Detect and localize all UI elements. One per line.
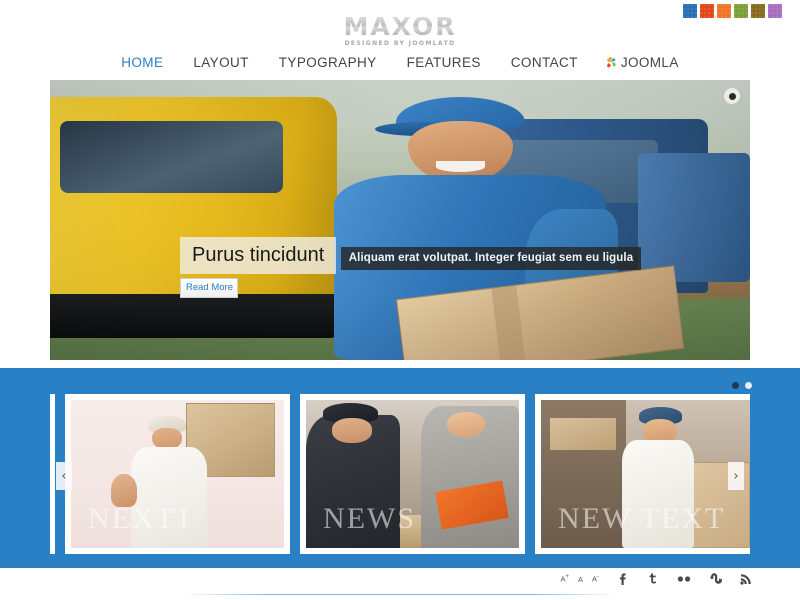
carousel-prev-button[interactable]: ‹ bbox=[56, 462, 72, 490]
site-footer: A+ A A- bbox=[0, 568, 800, 600]
carousel-item-signing-delivery[interactable]: NEWS bbox=[300, 394, 525, 554]
slider-play-pause-button[interactable] bbox=[724, 88, 740, 104]
pause-dot-icon bbox=[728, 92, 736, 100]
hero-caption-title: Purus tincidunt bbox=[180, 237, 337, 274]
font-size-controls[interactable]: A+ A A- bbox=[560, 574, 599, 584]
nav-item-typography[interactable]: TYPOGRAPHY bbox=[264, 55, 392, 70]
rss-icon[interactable] bbox=[738, 571, 754, 587]
hero-caption: Purus tincidunt Aliquam erat volutpat. I… bbox=[180, 237, 642, 298]
facebook-icon[interactable] bbox=[615, 571, 631, 587]
carousel-item-cyclist[interactable] bbox=[50, 394, 55, 554]
logo-tagline: DESIGNED BY JOOMLATD bbox=[344, 40, 456, 47]
theme-swatch-green[interactable] bbox=[734, 4, 748, 18]
nav-item-layout[interactable]: LAYOUT bbox=[178, 55, 263, 70]
carousel-item-man-with-box[interactable]: NEXT1 bbox=[65, 394, 290, 554]
carousel-item-signing-delivery-image: NEWS bbox=[306, 400, 519, 548]
carousel-page-dot-2[interactable] bbox=[745, 382, 752, 389]
nav-item-features[interactable]: FEATURES bbox=[392, 55, 496, 70]
carousel-section: ‹ › NEXT1 NEWS NEW TEXT bbox=[0, 368, 800, 568]
site-logo[interactable]: MAXOR DESIGNED BY JOOMLATD bbox=[0, 14, 800, 47]
twitter-icon[interactable] bbox=[645, 571, 661, 587]
read-more-button[interactable]: Read More bbox=[180, 278, 238, 298]
joomla-icon bbox=[605, 56, 618, 69]
carousel-page-dot-1[interactable] bbox=[732, 382, 739, 389]
nav-item-home[interactable]: HOME bbox=[106, 55, 178, 70]
site-header: MAXOR DESIGNED BY JOOMLATD HOME LAYOUT T… bbox=[0, 0, 800, 80]
theme-swatch-purple[interactable] bbox=[768, 4, 782, 18]
hero-caption-text: Aliquam erat volutpat. Integer feugiat s… bbox=[340, 247, 642, 270]
theme-swatch-brown[interactable] bbox=[751, 4, 765, 18]
nav-item-joomla-label: JOOMLA bbox=[620, 55, 679, 70]
carousel-track[interactable]: NEXT1 NEWS NEW TEXT bbox=[50, 394, 750, 554]
font-decrease-button[interactable]: A- bbox=[592, 574, 599, 584]
carousel-pagination[interactable] bbox=[732, 382, 752, 389]
theme-color-switcher[interactable] bbox=[683, 4, 782, 18]
nav-item-joomla[interactable]: JOOMLA bbox=[593, 55, 694, 70]
carousel-next-button[interactable]: › bbox=[728, 462, 744, 490]
nav-item-contact[interactable]: CONTACT bbox=[496, 55, 593, 70]
main-navigation[interactable]: HOME LAYOUT TYPOGRAPHY FEATURES CONTACT … bbox=[0, 55, 800, 80]
hero-slide-image bbox=[50, 80, 750, 360]
logo-title: MAXOR bbox=[343, 12, 457, 41]
font-reset-button[interactable]: A bbox=[578, 575, 583, 584]
social-links[interactable] bbox=[615, 571, 754, 587]
footer-divider bbox=[185, 594, 615, 595]
theme-swatch-orange[interactable] bbox=[717, 4, 731, 18]
hero-slider[interactable]: Purus tincidunt Aliquam erat volutpat. I… bbox=[50, 80, 750, 360]
footer-tools: A+ A A- bbox=[560, 571, 754, 587]
stumbleupon-icon[interactable] bbox=[707, 571, 724, 587]
font-increase-button[interactable]: A+ bbox=[560, 574, 569, 584]
theme-swatch-blue[interactable] bbox=[683, 4, 697, 18]
flickr-icon[interactable] bbox=[675, 571, 693, 587]
carousel-item-warehouse-worker[interactable]: NEW TEXT bbox=[535, 394, 750, 554]
carousel-item-warehouse-worker-image: NEW TEXT bbox=[541, 400, 750, 548]
theme-swatch-red[interactable] bbox=[700, 4, 714, 18]
page-root: MAXOR DESIGNED BY JOOMLATD HOME LAYOUT T… bbox=[0, 0, 800, 600]
carousel-item-man-with-box-image: NEXT1 bbox=[71, 400, 284, 548]
